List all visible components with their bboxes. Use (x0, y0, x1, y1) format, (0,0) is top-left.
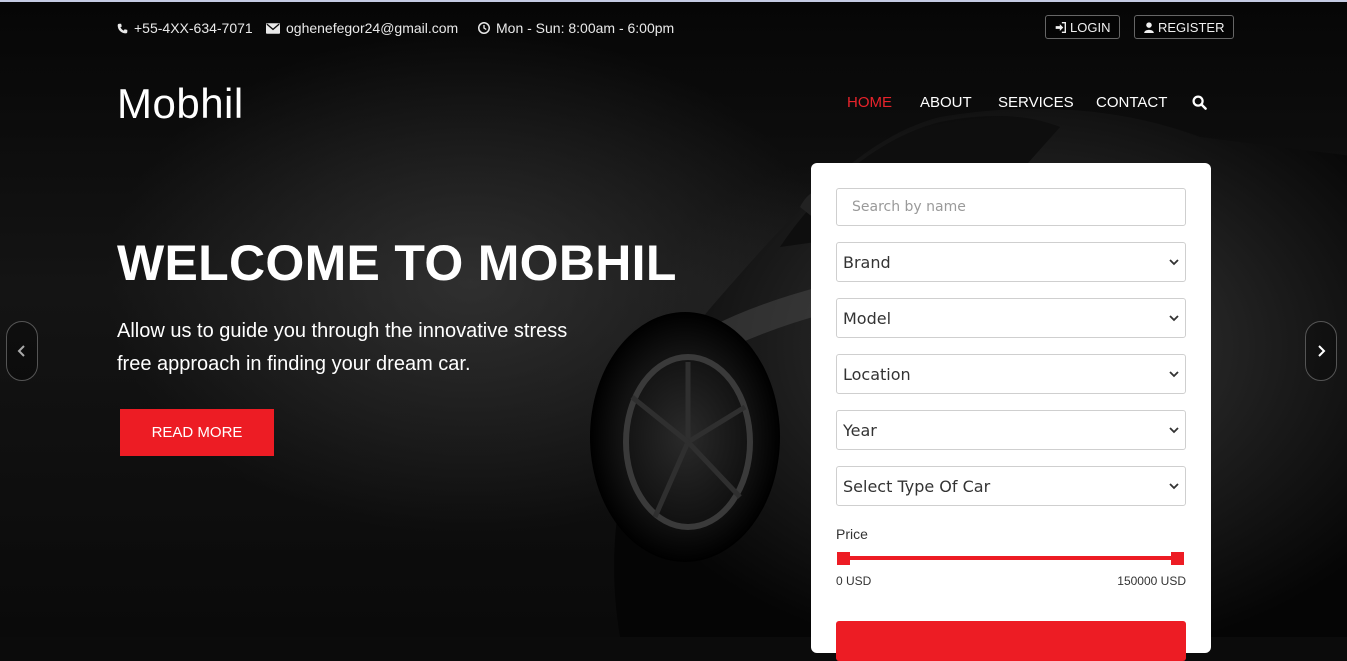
login-label: LOGIN (1070, 19, 1111, 35)
user-icon (1144, 21, 1154, 33)
year-select[interactable]: Year (836, 410, 1186, 450)
chevron-right-icon (1318, 345, 1326, 357)
nav-about[interactable]: ABOUT (920, 94, 972, 111)
brand-select[interactable]: Brand (836, 242, 1186, 282)
chevron-down-icon (1169, 315, 1179, 322)
price-min-value: 0 USD (836, 574, 872, 588)
email-contact: oghenefegor24@gmail.com (266, 20, 458, 36)
phone-icon (117, 23, 128, 33)
register-button[interactable]: REGISTER (1134, 15, 1235, 39)
car-type-select-label: Select Type Of Car (843, 476, 991, 496)
hero-subtext: Allow us to guide you through the innova… (117, 320, 568, 375)
chevron-left-icon (17, 345, 25, 357)
carousel-prev-button[interactable] (6, 321, 38, 381)
year-select-label: Year (843, 420, 877, 440)
search-icon[interactable] (1192, 95, 1207, 110)
phone-text: +55-4XX-634-7071 (134, 20, 253, 36)
clock-icon (478, 22, 490, 34)
search-submit-button[interactable] (836, 621, 1186, 661)
car-search-panel: Brand Model Location Year Select Type Of… (811, 163, 1211, 661)
register-label: REGISTER (1158, 19, 1225, 35)
nav-home[interactable]: HOME (847, 94, 892, 111)
chevron-down-icon (1169, 483, 1179, 490)
price-max-handle[interactable] (1171, 552, 1184, 565)
nav-contact[interactable]: CONTACT (1096, 94, 1167, 111)
price-min-handle[interactable] (837, 552, 850, 565)
location-select[interactable]: Location (836, 354, 1186, 394)
model-select-label: Model (843, 308, 892, 328)
hours-info: Mon - Sun: 8:00am - 6:00pm (478, 20, 674, 36)
phone-contact: +55-4XX-634-7071 (117, 20, 253, 36)
top-bar: +55-4XX-634-7071 oghenefegor24@gmail.com… (0, 2, 1347, 54)
sign-in-icon (1055, 21, 1066, 33)
search-by-name-input[interactable] (836, 188, 1186, 226)
chevron-down-icon (1169, 371, 1179, 378)
read-more-label: READ MORE (151, 424, 243, 441)
price-label: Price (836, 526, 868, 542)
price-max-value: 150000 USD (1117, 574, 1186, 588)
price-range-track[interactable] (843, 556, 1177, 560)
model-select[interactable]: Model (836, 298, 1186, 338)
hero-headline: WELCOME TO MOBHIL (117, 235, 677, 291)
hours-text: Mon - Sun: 8:00am - 6:00pm (496, 20, 675, 36)
brand-select-label: Brand (843, 252, 891, 272)
site-logo[interactable]: Mobhil (117, 80, 244, 128)
chevron-down-icon (1169, 259, 1179, 266)
nav-services[interactable]: SERVICES (998, 94, 1074, 111)
login-button[interactable]: LOGIN (1045, 15, 1121, 39)
read-more-button[interactable]: READ MORE (120, 409, 274, 456)
location-select-label: Location (843, 364, 911, 384)
envelope-icon (266, 22, 280, 34)
carousel-next-button[interactable] (1305, 321, 1337, 381)
chevron-down-icon (1169, 427, 1179, 434)
email-text: oghenefegor24@gmail.com (286, 20, 459, 36)
car-type-select[interactable]: Select Type Of Car (836, 466, 1186, 506)
